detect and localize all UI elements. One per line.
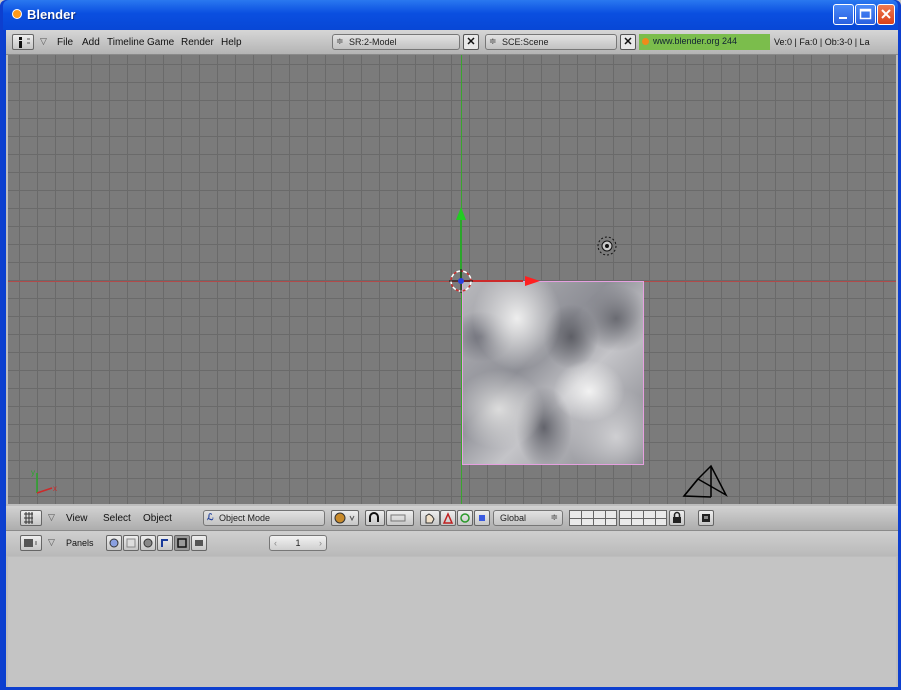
frame-decrement-icon[interactable]: ‹ — [274, 538, 277, 548]
editing-icon — [177, 538, 187, 548]
blender-url: www.blender.org 244 — [653, 36, 738, 46]
translate-icon — [442, 512, 454, 524]
scene-context-button[interactable] — [191, 535, 207, 551]
editing-context-button[interactable] — [174, 535, 190, 551]
mode-selector[interactable]: ℒ Object Mode — [203, 510, 325, 526]
svg-text:x: x — [53, 484, 57, 493]
blender-url-badge[interactable]: www.blender.org 244 — [639, 34, 770, 50]
lamp-icon[interactable] — [597, 236, 617, 256]
blender-logo-small-icon — [642, 38, 649, 45]
draw-type-icon — [334, 512, 355, 524]
orientation-selector[interactable]: Global ≑ — [493, 510, 563, 526]
maximize-button[interactable] — [855, 4, 876, 25]
blender-window: Blender ▽ File Add Timeline Game Render … — [0, 0, 901, 690]
menu-add[interactable]: Add — [82, 37, 100, 48]
orientation-label: Global — [500, 513, 527, 523]
info-window-icon — [19, 37, 30, 48]
viewport-overlay: y x — [31, 207, 728, 498]
3d-cursor-icon[interactable] — [449, 269, 473, 293]
draw-type-button[interactable] — [331, 510, 359, 526]
logic-context-button[interactable] — [106, 535, 122, 551]
menu-render[interactable]: Render — [181, 37, 214, 48]
script-icon — [126, 538, 136, 548]
svg-text:y: y — [31, 468, 35, 477]
buttons-window-icon — [24, 539, 37, 547]
layer-buttons-group-1[interactable] — [569, 510, 617, 526]
menu-view[interactable]: View — [66, 513, 88, 524]
render-icon — [702, 514, 710, 522]
window-title: Blender — [27, 7, 76, 22]
3d-viewport[interactable]: y x — [8, 55, 896, 504]
menu-file[interactable]: File — [57, 37, 73, 48]
buttons-header-collapse-icon[interactable]: ▽ — [48, 537, 55, 548]
layer-grid-icon — [390, 514, 406, 522]
lock-icon — [673, 511, 681, 523]
buttons-window-type-button[interactable] — [20, 535, 42, 551]
manipulator-translate-button[interactable] — [440, 510, 456, 526]
blender-client-area: ▽ File Add Timeline Game Render Help ≑ S… — [6, 30, 898, 687]
manipulator-scale-button[interactable] — [474, 510, 490, 526]
scene-name: SCE:Scene — [502, 37, 549, 47]
3d-view-window-type-button[interactable] — [20, 510, 42, 526]
screen-browse-icon: ≑ — [336, 36, 344, 46]
view-axis-gizmo-icon: y x — [31, 468, 57, 494]
frame-number-value: 1 — [295, 538, 301, 548]
rotate-icon — [460, 513, 470, 523]
info-window-type-button[interactable] — [12, 34, 34, 50]
object-mode-icon: ℒ — [207, 512, 214, 522]
object-icon — [161, 539, 168, 547]
blender-logo-icon — [12, 9, 22, 19]
view-header-collapse-icon[interactable]: ▽ — [48, 512, 55, 523]
scene-selector[interactable]: ≑ SCE:Scene — [485, 34, 617, 50]
lock-layers-button[interactable] — [669, 510, 685, 526]
shading-context-button[interactable] — [140, 535, 156, 551]
header-collapse-icon[interactable]: ▽ — [40, 36, 47, 47]
object-context-button[interactable] — [157, 535, 173, 551]
3d-view-icon — [24, 512, 33, 524]
minimize-icon — [839, 17, 847, 19]
menu-timeline[interactable]: Timeline — [107, 37, 144, 48]
menu-object[interactable]: Object — [143, 513, 172, 524]
panels-label: Panels — [66, 538, 94, 548]
manipulator-toggle-button[interactable] — [420, 510, 440, 526]
manipulator-x-arrow-icon[interactable] — [525, 276, 540, 286]
frame-increment-icon[interactable]: › — [319, 538, 322, 548]
manipulator-y-arrow-icon[interactable] — [456, 207, 466, 220]
menu-help[interactable]: Help — [221, 37, 242, 48]
menu-select[interactable]: Select — [103, 513, 131, 524]
manipulator-rotate-button[interactable] — [457, 510, 473, 526]
pivot-button[interactable] — [365, 510, 385, 526]
orientation-dropdown-icon: ≑ — [550, 512, 558, 522]
hand-icon — [425, 513, 435, 524]
screen-selector[interactable]: ≑ SR:2-Model — [332, 34, 460, 50]
3d-view-header: ▽ View Select Object ℒ Object Mode Globa… — [6, 506, 898, 531]
buttons-header: ▽ Panels ‹ 1 › — [6, 531, 898, 556]
buttons-panel-area[interactable] — [8, 557, 896, 687]
pivot-icon — [369, 512, 379, 522]
mode-label: Object Mode — [219, 513, 271, 523]
close-button[interactable] — [877, 4, 895, 25]
close-icon — [881, 9, 891, 19]
logic-icon — [109, 538, 119, 548]
title-bar[interactable]: Blender — [3, 0, 898, 30]
menu-game[interactable]: Game — [147, 37, 174, 48]
maximize-icon — [859, 8, 872, 20]
info-header: ▽ File Add Timeline Game Render Help ≑ S… — [6, 30, 898, 55]
shading-icon — [143, 538, 153, 548]
scene-icon — [195, 540, 203, 546]
script-context-button[interactable] — [123, 535, 139, 551]
scene-browse-icon: ≑ — [489, 36, 497, 46]
delete-scene-button[interactable]: ✕ — [620, 34, 636, 50]
screen-name: SR:2-Model — [349, 37, 397, 47]
render-view-button[interactable] — [698, 510, 714, 526]
camera-icon[interactable] — [682, 464, 728, 498]
delete-screen-button[interactable]: ✕ — [463, 34, 479, 50]
frame-number-field[interactable]: ‹ 1 › — [269, 535, 327, 551]
scene-stats: Ve:0 | Fa:0 | Ob:3-0 | La — [774, 37, 870, 47]
minimize-button[interactable] — [833, 4, 854, 25]
layer-buttons-group-2[interactable] — [619, 510, 667, 526]
layer-lock-button[interactable] — [386, 510, 414, 526]
scale-icon — [479, 515, 485, 521]
